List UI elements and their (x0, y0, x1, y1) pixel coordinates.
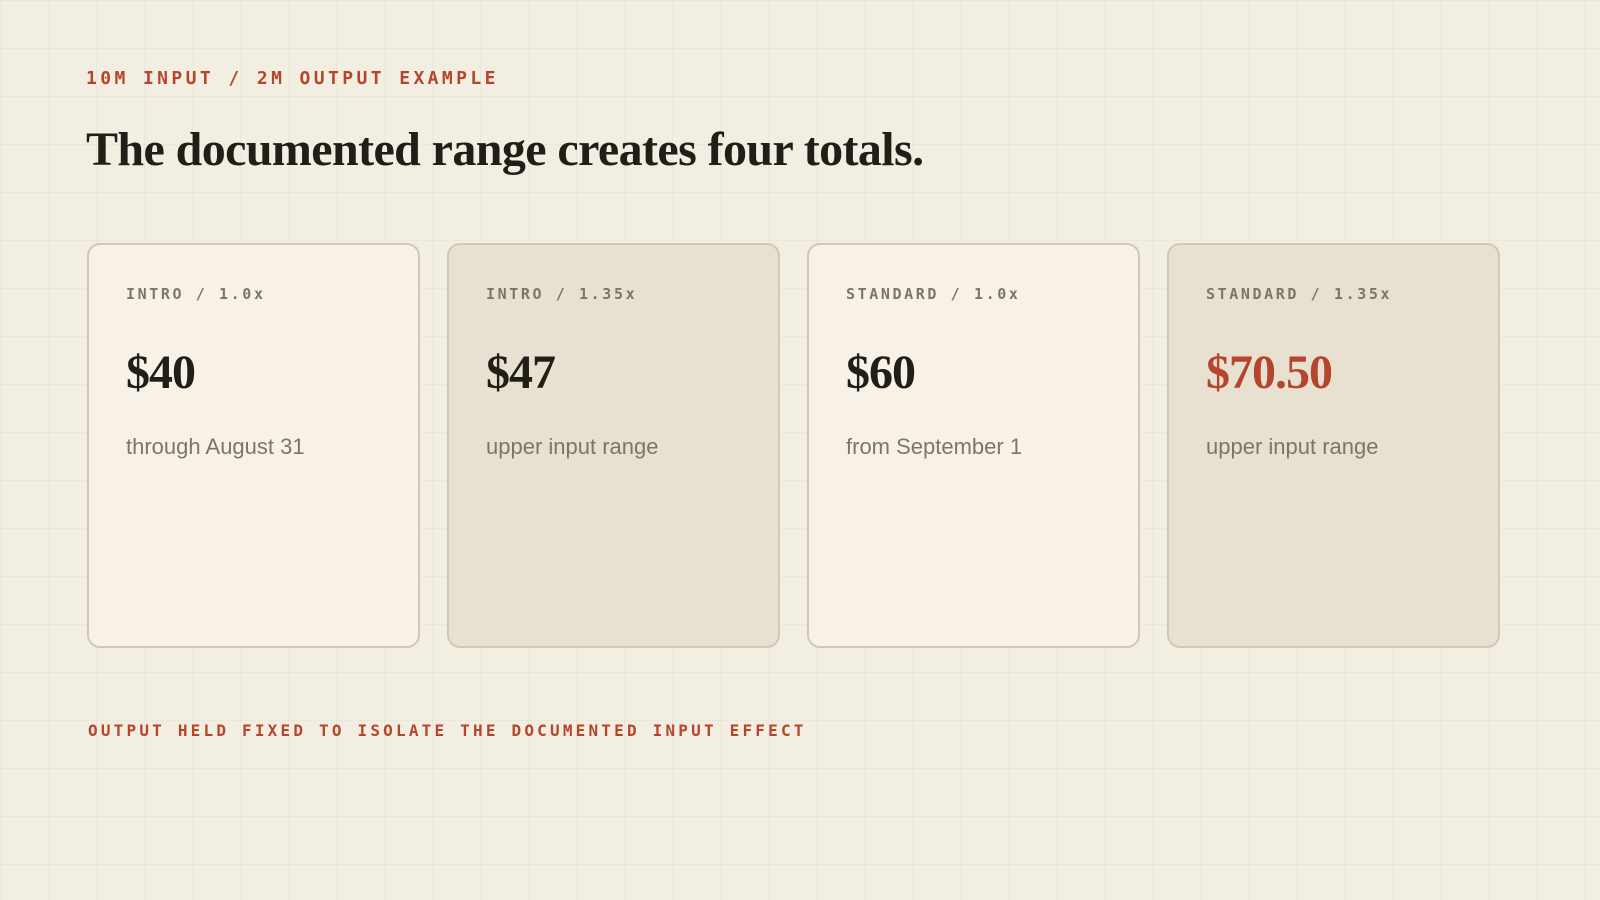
card-price: $47 (486, 346, 556, 399)
card-label: STANDARD / 1.35x (1206, 285, 1393, 303)
card-price: $60 (846, 346, 916, 399)
card-label: INTRO / 1.35x (486, 285, 638, 303)
card-label: STANDARD / 1.0x (846, 285, 1021, 303)
page-title: The documented range creates four totals… (86, 123, 924, 176)
card-price: $40 (126, 346, 196, 399)
section-eyebrow: 10M INPUT / 2M OUTPUT EXAMPLE (86, 68, 499, 89)
card-label: INTRO / 1.0x (126, 285, 266, 303)
card-note: upper input range (486, 434, 659, 459)
card-note: upper input range (1206, 434, 1379, 459)
price-card-standard-1x: STANDARD / 1.0x $60 from September 1 (807, 243, 1140, 648)
card-note: from September 1 (846, 434, 1023, 459)
price-card-standard-135x: STANDARD / 1.35x $70.50 upper input rang… (1167, 243, 1500, 648)
card-note: through August 31 (126, 434, 305, 459)
price-card-intro-1x: INTRO / 1.0x $40 through August 31 (87, 243, 420, 648)
footnote: OUTPUT HELD FIXED TO ISOLATE THE DOCUMEN… (88, 721, 807, 740)
price-card-intro-135x: INTRO / 1.35x $47 upper input range (447, 243, 780, 648)
pricing-card-row: INTRO / 1.0x $40 through August 31 INTRO… (87, 243, 1500, 648)
card-price-highlight: $70.50 (1206, 346, 1333, 399)
